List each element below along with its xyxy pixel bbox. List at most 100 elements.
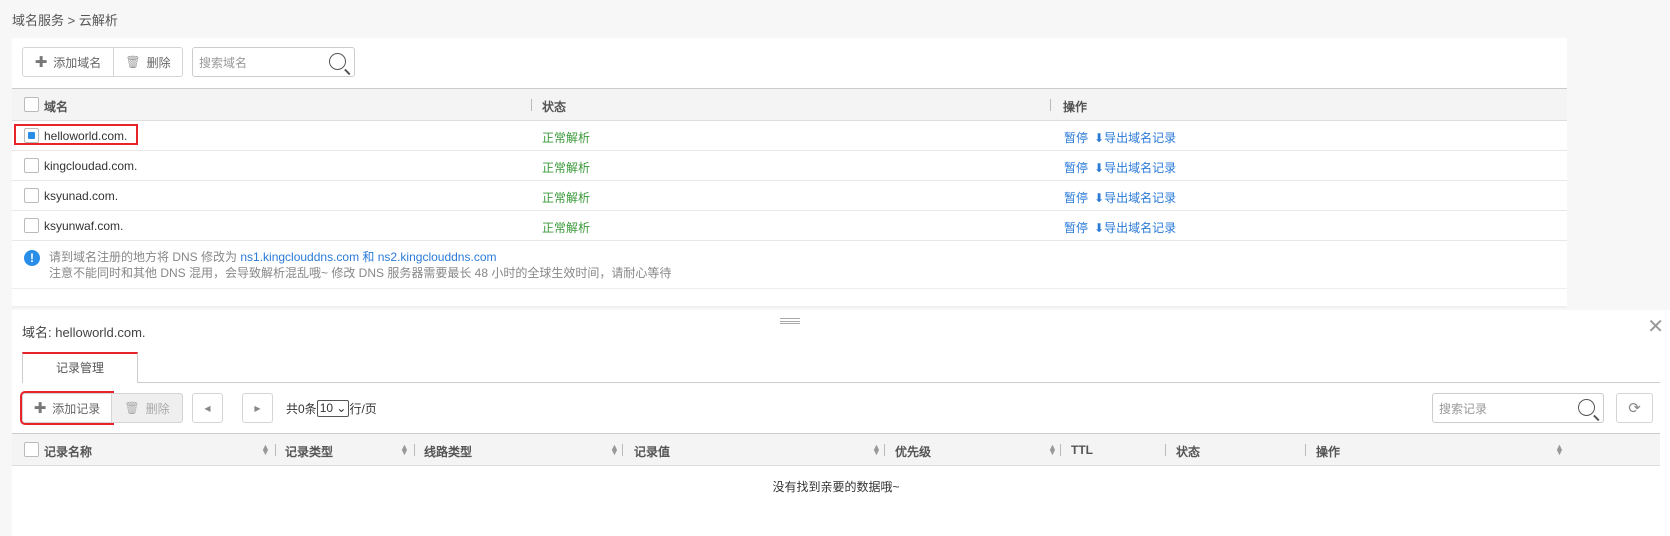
search-placeholder: 搜索域名	[199, 55, 248, 70]
delete-record-button[interactable]: 🗑 删除	[111, 393, 183, 423]
trash-icon: 🗑	[124, 401, 140, 415]
chevron-down-icon: ⌄	[336, 401, 347, 415]
row-checkbox[interactable]	[24, 188, 39, 203]
page-size-value: 10	[319, 401, 334, 415]
download-icon: ⬇	[1094, 221, 1105, 235]
export-label: 导出域名记录	[1104, 191, 1177, 205]
pause-link[interactable]: 暂停	[1064, 129, 1088, 146]
drag-handle-icon[interactable]	[780, 318, 800, 324]
caret-right-icon: ▶	[254, 403, 261, 413]
record-panel: ✕ 域名: helloworld.com. 记录管理 ✚ 添加记录 🗑 删除 ◀ ▶…	[12, 310, 1670, 536]
select-all-checkbox[interactable]	[24, 97, 39, 112]
column-divider	[1050, 99, 1051, 111]
column-divider	[414, 444, 415, 456]
search-icon[interactable]	[329, 53, 346, 70]
column-divider	[884, 444, 885, 456]
domain-name[interactable]: ksyunwaf.com.	[44, 219, 123, 233]
add-domain-button[interactable]: ✚ 添加域名	[22, 47, 114, 77]
trash-icon: 🗑	[125, 55, 141, 69]
close-icon[interactable]: ✕	[1647, 314, 1664, 339]
search-icon[interactable]	[1578, 399, 1595, 416]
export-records-link[interactable]: ⬇导出域名记录	[1094, 129, 1176, 146]
record-header-cell[interactable]: 记录类型	[285, 443, 333, 460]
pause-link[interactable]: 暂停	[1064, 159, 1088, 176]
add-domain-label: 添加域名	[53, 55, 102, 70]
tab-record-management[interactable]: 记录管理	[22, 352, 138, 383]
pagination-info: 共0条 10 ⌄ 行/页	[286, 400, 377, 417]
row-checkbox[interactable]	[24, 158, 39, 173]
sort-icon[interactable]: ▲ ▼	[1048, 443, 1057, 457]
per-page-label: 行/页	[349, 402, 377, 416]
export-records-link[interactable]: ⬇导出域名记录	[1094, 219, 1176, 236]
delete-label: 删除	[146, 55, 171, 70]
domain-name[interactable]: kingcloudad.com.	[44, 159, 137, 173]
domain-search-input[interactable]: 搜索域名	[192, 47, 355, 77]
status-text: 正常解析	[542, 221, 591, 235]
domain-row[interactable]: helloworld.com. 正常解析 暂停 ⬇导出域名记录	[12, 121, 1567, 151]
record-table-header: 记录名称 ▲ ▼ 记录类型 ▲ ▼ 线路类型 ▲ ▼ 记录值 ▲ ▼ 优先级 ▲ ▼ TTL 状态 操作 ▲ ▼	[12, 433, 1660, 466]
plus-icon: ✚	[33, 400, 47, 417]
page-size-select[interactable]: 10 ⌄	[316, 400, 350, 417]
record-header-cell[interactable]: 状态	[1176, 443, 1200, 460]
column-divider	[622, 444, 623, 456]
domain-row[interactable]: ksyunwaf.com. 正常解析 暂停 ⬇导出域名记录	[12, 211, 1567, 241]
select-all-records-checkbox[interactable]	[24, 442, 39, 457]
detail-domain-label: 域名: helloworld.com.	[22, 325, 146, 340]
record-header-cell[interactable]: TTL	[1071, 443, 1093, 457]
add-record-button[interactable]: ✚ 添加记录	[20, 391, 114, 425]
export-label: 导出域名记录	[1104, 131, 1177, 145]
divider	[12, 288, 1567, 308]
record-search-input[interactable]: 搜索记录	[1432, 393, 1604, 423]
add-record-label: 添加记录	[52, 401, 101, 416]
record-header-cell[interactable]: 记录值	[634, 443, 670, 460]
download-icon: ⬇	[1094, 161, 1105, 175]
status-text: 正常解析	[542, 131, 591, 145]
sort-icon[interactable]: ▲ ▼	[261, 443, 270, 457]
delete-domain-button[interactable]: 🗑 删除	[113, 47, 183, 77]
info-icon: !	[24, 250, 40, 266]
highlight-box	[14, 124, 138, 145]
status-text: 正常解析	[542, 191, 591, 205]
notice-and: 和	[359, 250, 378, 264]
column-divider	[531, 99, 532, 111]
record-header-cell[interactable]: 线路类型	[424, 443, 472, 460]
sort-icon[interactable]: ▲ ▼	[400, 443, 409, 457]
sort-icon[interactable]: ▲ ▼	[610, 443, 619, 457]
tab-bar-line	[22, 382, 1660, 383]
next-page-button[interactable]: ▶	[242, 393, 273, 423]
sort-icon[interactable]: ▲ ▼	[872, 443, 881, 457]
row-checkbox[interactable]	[24, 218, 39, 233]
notice-warning: 注意不能同时和其他 DNS 混用，会导致解析混乱哦~ 修改 DNS 服务器需要最…	[49, 266, 672, 280]
refresh-button[interactable]: ⟳	[1616, 393, 1653, 423]
header-status: 状态	[542, 100, 567, 114]
record-header-cell[interactable]: 操作	[1316, 443, 1340, 460]
sort-icon[interactable]: ▲ ▼	[1555, 443, 1564, 457]
plus-icon: ✚	[34, 54, 48, 71]
header-actions: 操作	[1063, 100, 1088, 114]
record-header-cell[interactable]: 优先级	[895, 443, 931, 460]
delete-label: 删除	[145, 401, 170, 416]
empty-message: 没有找到亲要的数据哦~	[772, 480, 900, 494]
domain-panel: ✚ 添加域名 🗑 删除 搜索域名 域名 状态 操作 helloworld.com. …	[12, 38, 1567, 288]
dns-notice: 请到域名注册的地方将 DNS 修改为 ns1.kingclouddns.com …	[49, 249, 671, 281]
domain-row[interactable]: ksyunad.com. 正常解析 暂停 ⬇导出域名记录	[12, 181, 1567, 211]
column-divider	[1305, 444, 1306, 456]
export-records-link[interactable]: ⬇导出域名记录	[1094, 159, 1176, 176]
total-count: 共0条	[286, 402, 317, 416]
pause-link[interactable]: 暂停	[1064, 219, 1088, 236]
column-divider	[275, 444, 276, 456]
ns2-link[interactable]: ns2.kingclouddns.com	[378, 250, 497, 264]
export-records-link[interactable]: ⬇导出域名记录	[1094, 189, 1176, 206]
ns1-link[interactable]: ns1.kingclouddns.com	[240, 250, 359, 264]
pause-link[interactable]: 暂停	[1064, 189, 1088, 206]
export-label: 导出域名记录	[1104, 221, 1177, 235]
breadcrumb: 域名服务 > 云解析	[12, 13, 118, 28]
domain-row[interactable]: kingcloudad.com. 正常解析 暂停 ⬇导出域名记录	[12, 151, 1567, 181]
domain-name[interactable]: ksyunad.com.	[44, 189, 118, 203]
caret-left-icon: ◀	[204, 403, 211, 413]
record-header-cell[interactable]: 记录名称	[44, 443, 92, 460]
header-domain: 域名	[44, 100, 69, 114]
prev-page-button[interactable]: ◀	[192, 393, 223, 423]
column-divider	[1165, 444, 1166, 456]
search-placeholder: 搜索记录	[1439, 401, 1488, 416]
